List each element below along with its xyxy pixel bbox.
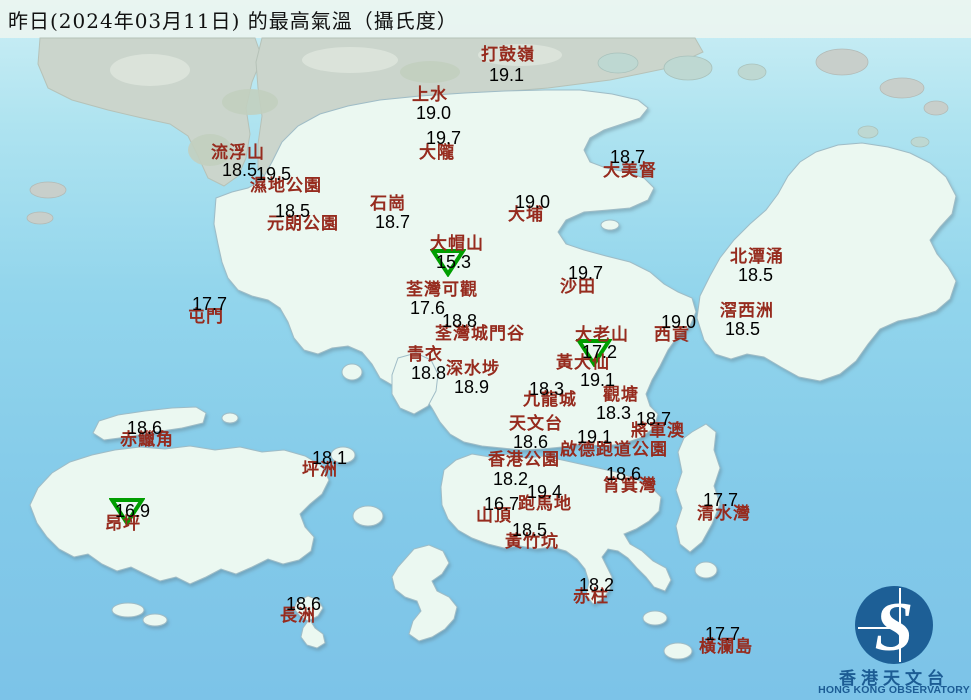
station-name-label: 上水 (412, 85, 448, 105)
station-temp-value: 18.2 (579, 575, 615, 595)
station-temp-value: 18.8 (411, 363, 447, 383)
station-temp-value: 18.5 (275, 201, 311, 221)
station-temp-value: 18.1 (312, 448, 348, 468)
waglan-islet (663, 642, 693, 660)
station-temp-value: 19.1 (580, 370, 616, 390)
station-temp-value: 16.9 (115, 501, 151, 521)
station-temp-value: 17.7 (705, 624, 741, 644)
station-temp-value: 18.9 (454, 377, 490, 397)
station-temp-value: 17.7 (703, 490, 739, 510)
station-temp-value: 18.7 (636, 409, 672, 429)
ma-wan-island (341, 363, 363, 381)
brothers-islet (221, 412, 239, 424)
station-name-label: 荃灣可觀 (406, 280, 478, 300)
station-name-label: 深水埗 (446, 359, 500, 379)
tung-lung-islet (694, 561, 718, 579)
station-temp-value: 19.1 (577, 427, 613, 447)
station-temp-value: 19.7 (426, 128, 462, 148)
station-temp-value: 19.0 (515, 192, 551, 212)
station-name-label: 打鼓嶺 (481, 45, 535, 65)
station-temp-value: 18.5 (738, 265, 774, 285)
hko-max-temperature-map: 昨日(2024年03月11日) 的最高氣溫（攝氏度） 19.1 打鼓嶺 19.0 上水… (0, 0, 971, 700)
station-temp-value: 17.2 (582, 342, 618, 362)
station-name-label: 青衣 (407, 345, 443, 365)
hko-logo-english-name: HONG KONG OBSERVATORY (818, 684, 970, 696)
station-temp-value: 19.4 (527, 482, 563, 502)
station-temp-value: 18.2 (493, 469, 529, 489)
station-temp-value: 18.6 (513, 432, 549, 452)
station-temp-value: 16.7 (484, 494, 520, 514)
station-name-label: 石崗 (370, 194, 406, 214)
soko-islet-1 (111, 602, 145, 618)
station-name-label: 北潭涌 (730, 247, 784, 267)
station-temp-value: 17.6 (410, 298, 446, 318)
station-temp-value: 18.5 (725, 319, 761, 339)
station-temp-value: 18.6 (127, 418, 163, 438)
station-temp-value: 18.6 (606, 464, 642, 484)
station-temp-value: 18.5 (512, 520, 548, 540)
po-toi-islet (642, 610, 668, 626)
soko-islet-2 (142, 613, 168, 627)
station-temp-value: 19.0 (661, 312, 697, 332)
station-temp-value: 19.5 (256, 164, 292, 184)
station-name-label: 大帽山 (430, 234, 484, 254)
page-title: 昨日(2024年03月11日) 的最高氣溫（攝氏度） (8, 9, 458, 33)
ma-shi-chau-islet (600, 219, 620, 231)
station-temp-value: 19.1 (489, 65, 525, 85)
hko-logo-icon: S (855, 586, 933, 666)
hei-ling-chau-island (352, 505, 384, 527)
station-temp-value: 18.7 (375, 212, 411, 232)
station-name-label: 香港公園 (488, 450, 560, 470)
station-temp-value: 19.0 (416, 103, 452, 123)
station-name-label: 天文台 (509, 414, 563, 434)
station-temp-value: 17.7 (192, 294, 228, 314)
svg-text:S: S (875, 589, 914, 664)
station-name-label: 滘西洲 (720, 301, 774, 321)
station-temp-value: 18.3 (529, 379, 565, 399)
station-temp-value: 18.7 (610, 147, 646, 167)
station-temp-value: 18.3 (596, 403, 632, 423)
hko-logo: S 香港天文台 HONG KONG OBSERVATORY (814, 580, 971, 700)
station-temp-value: 18.5 (222, 160, 258, 180)
station-temp-value: 18.6 (286, 594, 322, 614)
station-temp-value: 18.8 (442, 311, 478, 331)
station-temp-value: 15.3 (436, 252, 472, 272)
station-temp-value: 19.7 (568, 263, 604, 283)
